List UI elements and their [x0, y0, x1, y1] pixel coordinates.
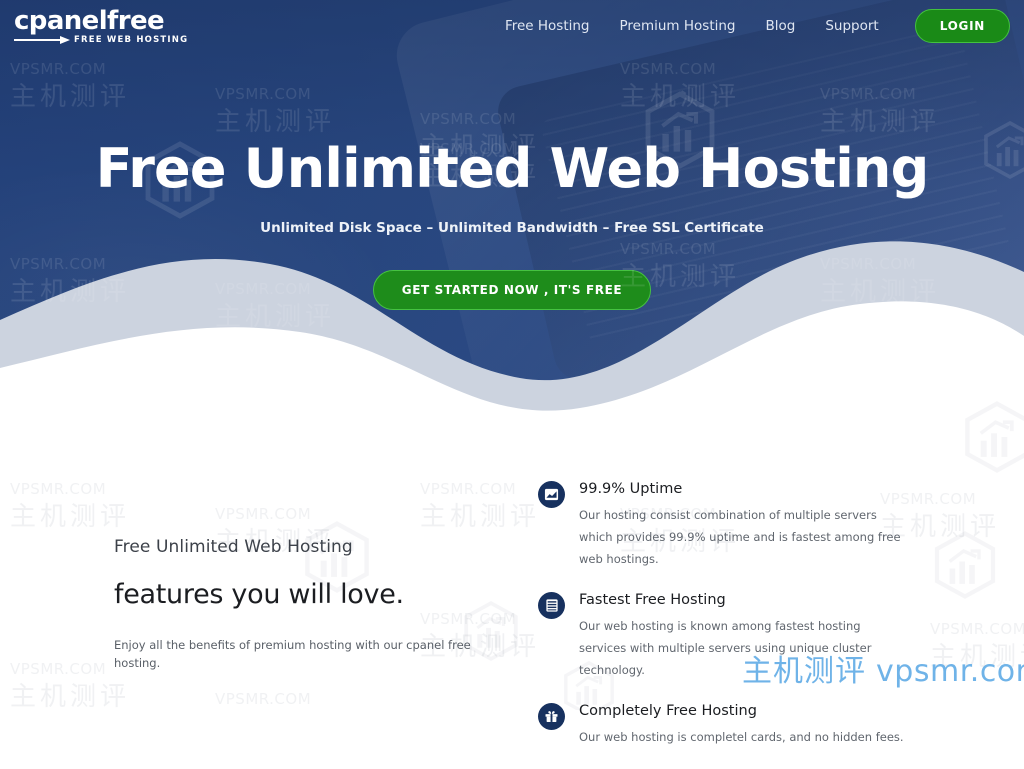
main-watermark-cn: 主机测评 [742, 654, 866, 689]
feature-text-uptime: 99.9% Uptime Our hosting consist combina… [579, 480, 909, 570]
login-button[interactable]: LOGIN [914, 9, 1010, 43]
features-eyebrow: Free Unlimited Web Hosting [114, 537, 353, 557]
top-navbar: cpanelfree FREE WEB HOSTING Free Hosting… [0, 0, 1024, 52]
nav-link-premium-hosting[interactable]: Premium Hosting [620, 18, 736, 34]
wave-divider [0, 228, 1024, 428]
feature-desc: Our hosting consist combination of multi… [579, 508, 901, 566]
feature-title: Completely Free Hosting [579, 703, 757, 719]
feature-item-completely-free: Completely Free Hosting Our web hosting … [538, 702, 958, 748]
features-intro: Free Unlimited Web Hosting features you … [114, 537, 494, 672]
arrow-right-icon [14, 36, 70, 44]
chart-area-icon [538, 481, 565, 508]
main-watermark: 主机测评 vpsmr.com [742, 646, 1024, 690]
hero-title: Free Unlimited Web Hosting [95, 137, 930, 200]
feature-title: 99.9% Uptime [579, 481, 683, 497]
logo-wordmark: cpanelfree [14, 5, 165, 36]
logo-tagline-row: FREE WEB HOSTING [14, 35, 187, 45]
server-stack-icon [538, 592, 565, 619]
site-logo[interactable]: cpanelfree FREE WEB HOSTING [14, 5, 187, 45]
nav-links: Free Hosting Premium Hosting Blog Suppor… [505, 9, 1024, 43]
nav-link-blog[interactable]: Blog [766, 18, 796, 34]
nav-link-support[interactable]: Support [825, 18, 878, 34]
gift-icon [538, 703, 565, 730]
main-watermark-en: vpsmr.com [876, 654, 1024, 689]
features-lead: Enjoy all the benefits of premium hostin… [114, 638, 471, 670]
feature-desc: Our web hosting is completel cards, and … [579, 730, 904, 744]
feature-text-completely-free: Completely Free Hosting Our web hosting … [579, 702, 904, 748]
features-list: 99.9% Uptime Our hosting consist combina… [538, 480, 958, 769]
nav-link-free-hosting[interactable]: Free Hosting [505, 18, 590, 34]
feature-title: Fastest Free Hosting [579, 592, 726, 608]
feature-item-uptime: 99.9% Uptime Our hosting consist combina… [538, 480, 958, 570]
features-headline: features you will love. [114, 579, 404, 610]
logo-tagline: FREE WEB HOSTING [74, 34, 189, 45]
